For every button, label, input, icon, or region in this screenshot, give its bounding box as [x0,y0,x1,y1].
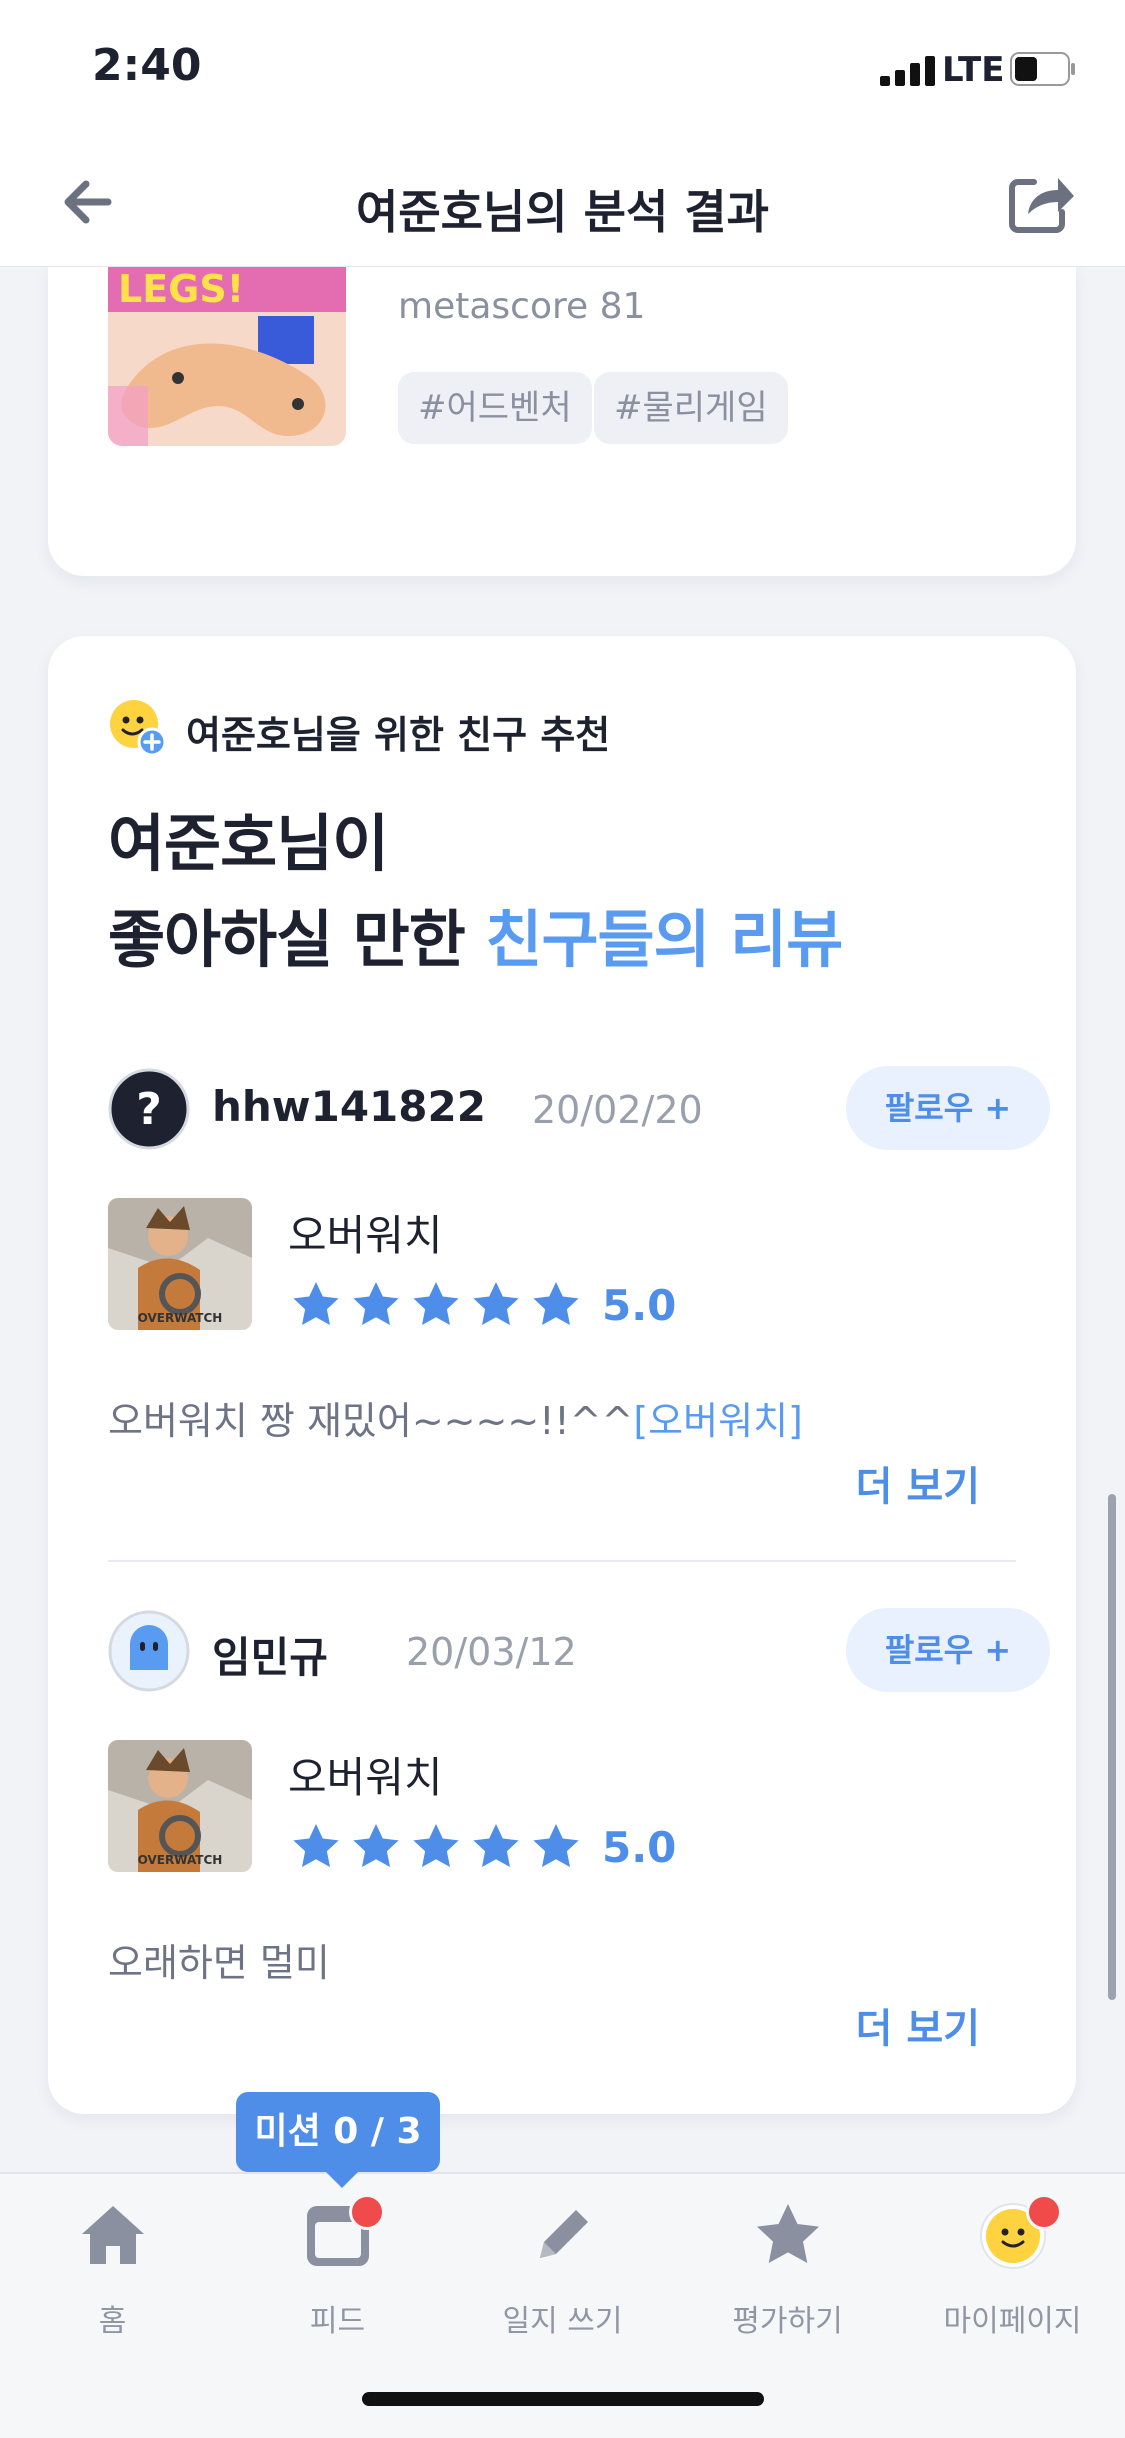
more-button[interactable]: 더 보기 [856,1996,980,2054]
star-rating: 5.0 [290,1820,676,1874]
tab-write-log[interactable]: 일지 쓰기 [450,2200,675,2340]
star-icon [533,1824,579,1867]
status-bar: 2:40 LTE [0,0,1125,140]
headline-line1: 여준호님이 [108,807,389,880]
tab-label: 홈 [98,2304,127,2339]
star-icon [473,1824,519,1867]
star-icon [413,1824,459,1867]
tab-mypage[interactable]: 마이페이지 [900,2194,1125,2340]
thumbnail-text: OVERWATCH [138,1311,223,1325]
page-title: 여준호님의 분석 결과 [356,185,769,239]
more-button[interactable]: 더 보기 [856,1454,980,1512]
scrollbar[interactable] [1108,1494,1116,2000]
review-date: 20/02/20 [532,1088,703,1132]
tab-label: 일지 쓰기 [502,2304,623,2339]
username[interactable]: hhw141822 [212,1082,486,1131]
thumbnail-text: OVERWATCH [138,1853,223,1867]
avatar-ghost-icon[interactable] [108,1610,190,1692]
game-thumbnail: LEGS! [108,266,346,446]
app-header: 여준호님의 분석 결과 [0,140,1125,267]
tab-label: 마이페이지 [943,2304,1082,2339]
headline-accent: 친구들의 리뷰 [485,903,843,976]
review-body: 오버워치 짱 재밌어~~~~!!^^ [108,1399,634,1443]
follow-button[interactable]: 팔로우 + [846,1608,1050,1692]
tab-rate[interactable]: 평가하기 [675,2200,900,2340]
star-icon [757,2204,819,2263]
game-title[interactable]: 오버워치 [288,1744,443,1805]
battery-icon [1010,52,1075,86]
game-title[interactable]: 오버워치 [288,1202,443,1263]
star-icon [413,1282,459,1325]
smiley-plus-icon [110,700,166,756]
divider [108,1560,1016,1562]
tab-label: 피드 [309,2304,366,2339]
star-icon [293,1282,339,1325]
pencil-icon [540,2210,588,2258]
status-time: 2:40 [92,40,202,91]
home-icon [82,2206,144,2264]
tag-chip[interactable]: #물리게임 [594,372,788,444]
star-icon [353,1824,399,1867]
headline-plain: 좋아하실 만한 [108,903,486,976]
review-text: 오버워치 짱 재밌어~~~~!!^^[오버워치] [108,1390,803,1445]
section-label: 여준호님을 위한 친구 추천 [186,713,611,757]
game-thumbnail[interactable]: OVERWATCH [108,1740,252,1872]
review-body: 오래하면 멀미 [108,1941,330,1985]
headline: 여준호님이 좋아하실 만한 친구들의 리뷰 [108,796,843,988]
star-icon [533,1282,579,1325]
review-date: 20/03/12 [406,1630,577,1674]
signal-icon [880,56,935,86]
headline-line2: 좋아하실 만한 친구들의 리뷰 [108,892,843,988]
svg-text:?: ? [136,1084,162,1135]
mission-badge[interactable]: 미션 0 / 3 [236,2092,440,2188]
tab-feed[interactable]: 피드 [225,2194,450,2340]
tab-home[interactable]: 홈 [0,2200,225,2340]
home-indicator[interactable] [362,2392,764,2406]
star-rating: 5.0 [290,1278,676,1332]
game-card[interactable]: LEGS! metascore 81 #어드벤처 #물리게임 [48,266,1076,576]
star-icon [473,1282,519,1325]
game-link[interactable]: [오버워치] [633,1399,803,1443]
svg-text:LEGS!: LEGS! [118,267,244,311]
review-item: 임민규 20/03/12 팔로우 + OVERWATCH 오버워치 5.0 오래… [108,1608,1050,2052]
notification-dot [1026,2194,1062,2230]
notification-dot [349,2194,385,2230]
network-type: LTE [942,50,1005,90]
friend-recommendation-card: 여준호님을 위한 친구 추천 여준호님이 좋아하실 만한 친구들의 리뷰 ? h… [48,636,1076,2114]
rating-value: 5.0 [602,1822,677,1872]
follow-button[interactable]: 팔로우 + [846,1066,1050,1150]
tag-chip[interactable]: #어드벤처 [398,372,592,444]
username[interactable]: 임민규 [212,1624,328,1685]
game-thumbnail[interactable]: OVERWATCH [108,1198,252,1330]
rating-value: 5.0 [602,1280,677,1330]
avatar-unknown-icon[interactable]: ? [108,1068,190,1150]
metascore: metascore 81 [398,286,646,327]
review-item: ? hhw141822 20/02/20 팔로우 + OVERWATCH 오버워… [108,1066,1050,1510]
star-icon [353,1282,399,1325]
star-icon [293,1824,339,1867]
tab-label: 평가하기 [732,2304,843,2339]
share-icon[interactable] [1004,166,1076,238]
review-text: 오래하면 멀미 [108,1932,330,1987]
